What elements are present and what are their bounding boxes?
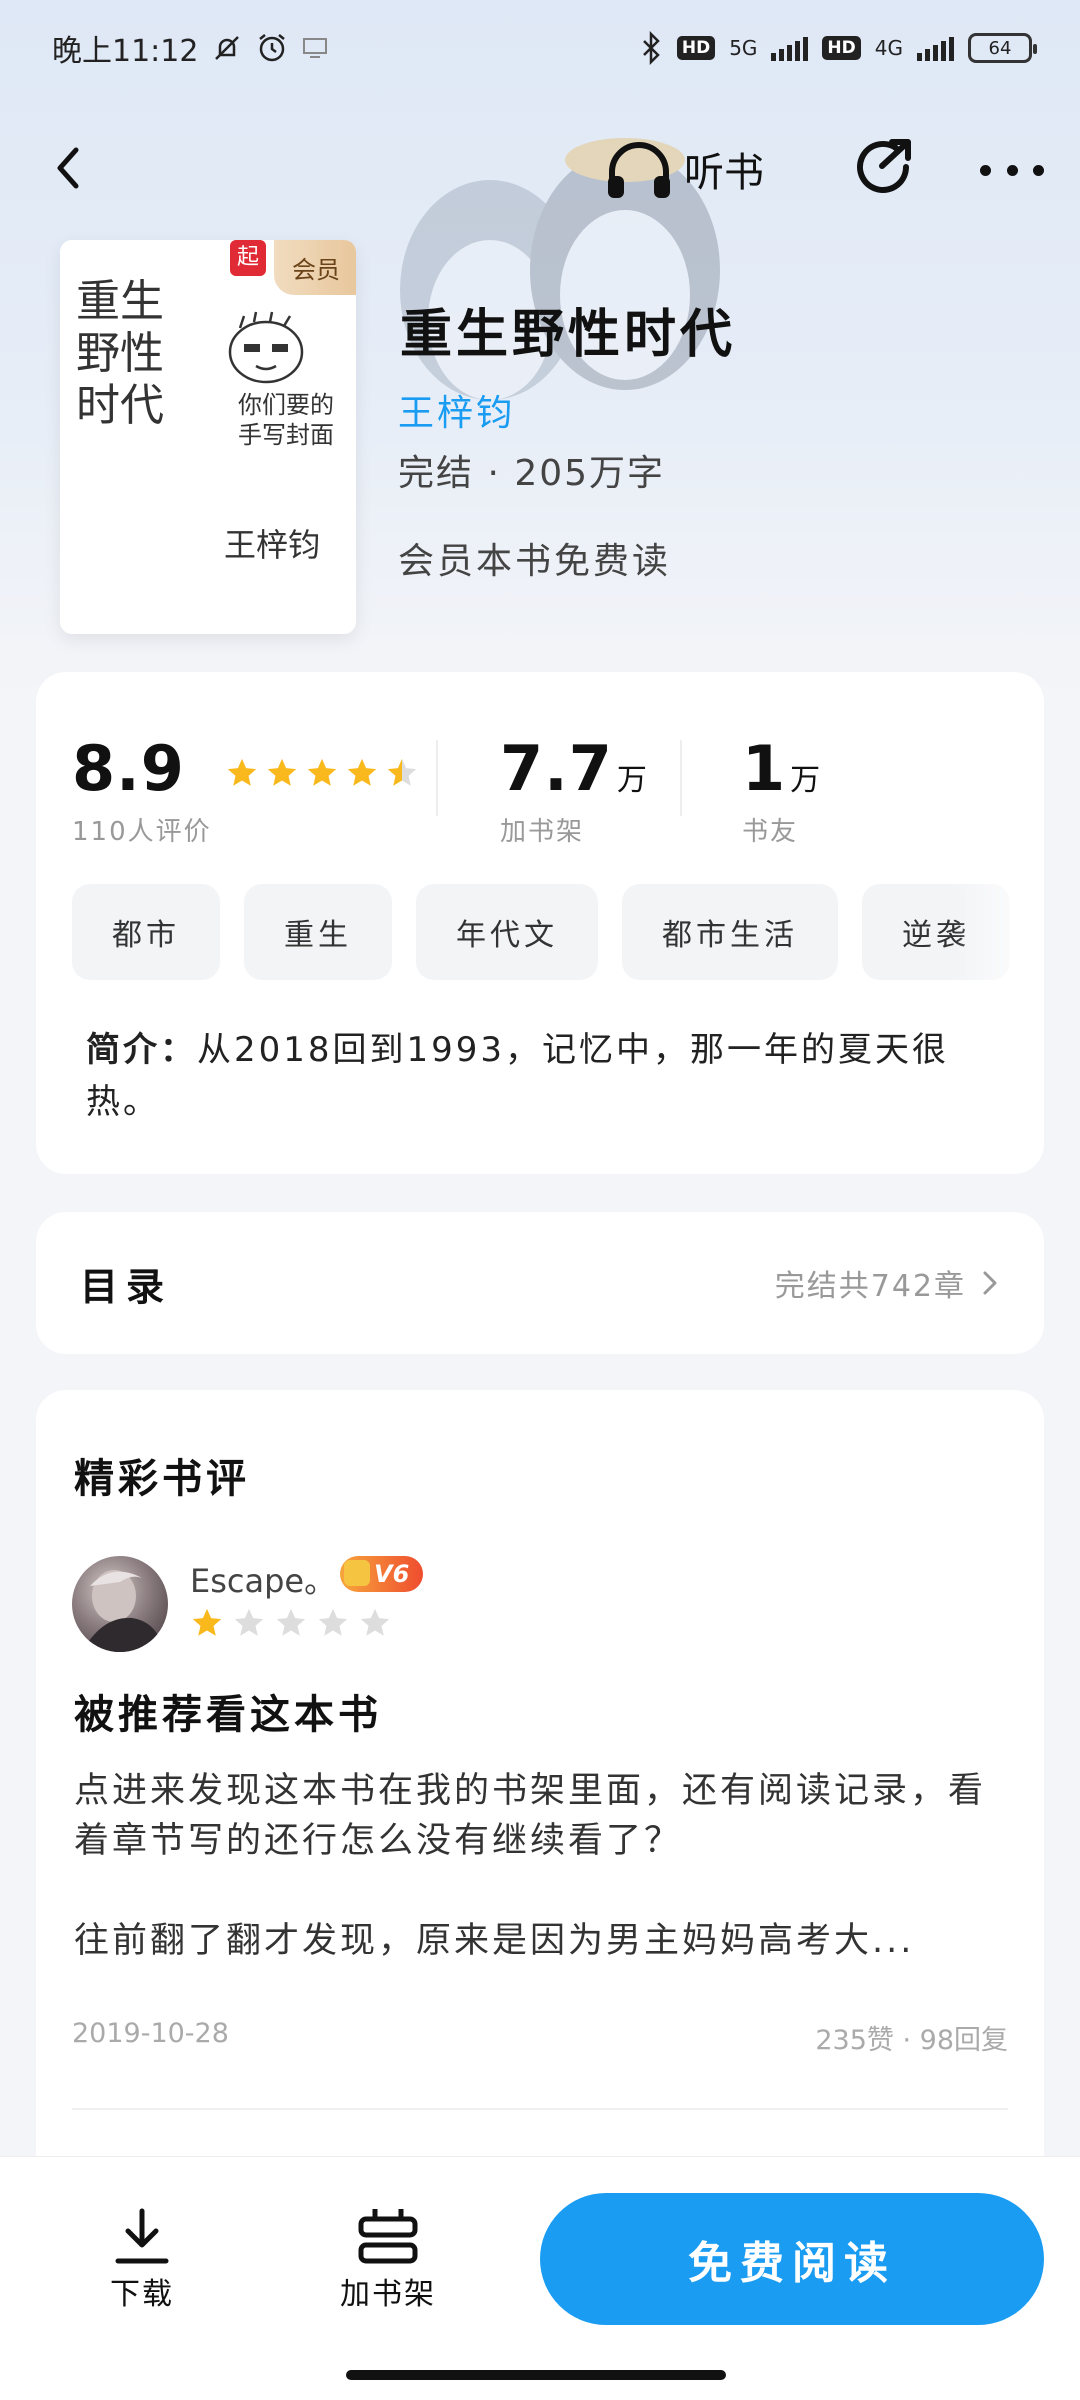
book-info-card: 8.9 110人评价 7.7 万 加书架 1万 书友 都市 重生 年代文 都市生活… xyxy=(36,672,1044,1174)
cover-vip-badge: 会员 xyxy=(274,240,356,295)
share-icon xyxy=(857,139,911,193)
friends-count-label: 书友 xyxy=(742,817,799,847)
intro-text: 从2018回到1993，记忆中，那一年的夏天很热。 xyxy=(86,1030,950,1122)
friends-stat[interactable]: 1万 书友 xyxy=(742,732,821,848)
rating-stars xyxy=(225,756,419,790)
battery-icon: 64 xyxy=(968,33,1037,63)
tag-chip[interactable]: 都市生活 xyxy=(622,884,838,980)
rating-value: 8.9 xyxy=(72,732,185,805)
tag-list: 都市 重生 年代文 都市生活 逆袭 xyxy=(72,884,1044,984)
review-stars xyxy=(190,1606,392,1640)
back-button[interactable] xyxy=(40,138,100,198)
reviews-heading: 精彩书评 xyxy=(74,1456,250,1502)
download-label: 下载 xyxy=(110,2277,174,2312)
mute-bell-icon xyxy=(215,36,240,60)
cover-handwriting-note: 你们要的手写封面 xyxy=(238,391,334,449)
review-paragraph: 点进来发现这本书在我的书架里面，还有阅读记录，看着章节写的还行怎么没有继续看了？ xyxy=(74,1771,987,1861)
book-cover[interactable]: 起 会员 重生野性时代 你们要的手写封面 王梓钧 xyxy=(60,240,356,634)
chevron-right-icon xyxy=(983,1271,997,1295)
status-bar: 晚上11:12 HD 5G HD 4G 64 xyxy=(0,0,1080,96)
cover-logo: 起 xyxy=(230,240,266,276)
screen-icon xyxy=(303,38,328,58)
reviewer-name[interactable]: Escape。 xyxy=(190,1556,336,1602)
more-dot-icon xyxy=(1006,164,1018,176)
headphones-icon xyxy=(608,142,670,198)
hd-badge-2: HD xyxy=(822,36,861,60)
battery-level: 64 xyxy=(988,37,1012,59)
stat-divider xyxy=(436,740,438,816)
bluetooth-icon xyxy=(642,31,660,65)
share-button[interactable] xyxy=(850,134,916,200)
tag-chip[interactable]: 年代文 xyxy=(416,884,598,980)
star-icon xyxy=(276,1608,306,1636)
friends-count-value: 1 xyxy=(742,732,787,805)
star-icon xyxy=(228,758,257,786)
add-to-shelf-label: 加书架 xyxy=(340,2277,436,2312)
download-icon xyxy=(115,2208,169,2264)
tag-chip[interactable]: 都市 xyxy=(72,884,220,980)
status-time: 晚上11:12 xyxy=(52,34,199,69)
avatar[interactable] xyxy=(72,1556,168,1652)
network-4g-label: 4G xyxy=(874,36,903,60)
toc-title: 目录 xyxy=(80,1264,173,1309)
more-dot-icon xyxy=(980,164,991,176)
hd-badge: HD xyxy=(676,36,716,60)
free-read-button[interactable]: 免费阅读 xyxy=(540,2193,1044,2325)
book-intro[interactable]: 简介：从2018回到1993，记忆中，那一年的夏天很热。 xyxy=(86,1024,1006,1128)
review-date: 2019-10-28 xyxy=(72,2018,229,2049)
rating-label: 110人评价 xyxy=(72,817,212,847)
bookshelf-icon xyxy=(358,2209,418,2264)
review-title[interactable]: 被推荐看这本书 xyxy=(74,1682,382,1740)
tag-list-fade xyxy=(954,884,1044,984)
star-icon xyxy=(308,758,337,786)
friends-count-unit: 万 xyxy=(790,763,822,798)
cover-handwriting-author: 王梓钧 xyxy=(224,526,321,564)
home-indicator[interactable] xyxy=(346,2370,726,2380)
star-icon xyxy=(318,1608,348,1636)
listen-label: 听书 xyxy=(684,150,764,196)
vip-free-note: 会员本书免费读 xyxy=(398,541,672,582)
signal-5g-icon xyxy=(771,35,809,61)
avatar-image xyxy=(82,1570,164,1652)
review-paragraph: 往前翻了翻才发现，原来是因为男主妈妈高考大... xyxy=(74,1921,915,1961)
star-icon xyxy=(388,758,417,786)
alarm-icon xyxy=(259,34,286,62)
more-options-button[interactable] xyxy=(980,140,1044,200)
review-body[interactable]: 点进来发现这本书在我的书架里面，还有阅读记录，看着章节写的还行怎么没有继续看了？… xyxy=(74,1766,1014,2016)
star-icon xyxy=(192,1608,222,1636)
add-to-shelf-button[interactable]: 加书架 xyxy=(340,2207,436,2313)
star-icon xyxy=(234,1608,264,1636)
signal-4g-icon xyxy=(917,35,954,61)
star-icon xyxy=(348,758,377,786)
toc-summary: 完结共742章 xyxy=(774,1269,966,1304)
shelf-count-unit: 万 xyxy=(616,763,648,798)
intro-label: 简介： xyxy=(86,1030,197,1070)
more-dot-icon xyxy=(1033,164,1044,176)
table-of-contents-row[interactable]: 目录 完结共742章 xyxy=(36,1212,1044,1354)
shelf-stat: 7.7 万 加书架 xyxy=(500,732,648,848)
cover-doodle-face xyxy=(228,311,304,384)
book-author-link[interactable]: 王梓钧 xyxy=(398,384,515,436)
book-meta: 完结 · 205万字 xyxy=(398,453,666,494)
bottom-action-bar: 下载 加书架 免费阅读 xyxy=(0,2156,1080,2400)
shelf-count-label: 加书架 xyxy=(500,817,585,847)
vip-level-badge: V6 xyxy=(340,1556,424,1592)
star-icon xyxy=(268,758,297,786)
rating-stat[interactable]: 8.9 110人评价 xyxy=(72,732,419,848)
tag-chip[interactable]: 重生 xyxy=(244,884,392,980)
book-title: 重生野性时代 xyxy=(400,305,737,365)
download-button[interactable]: 下载 xyxy=(110,2207,174,2313)
chevron-left-icon xyxy=(57,147,79,189)
shelf-count-value: 7.7 xyxy=(500,732,613,805)
cover-handwriting-title: 重生野性时代 xyxy=(76,276,164,431)
divider xyxy=(72,2108,1008,2110)
listen-button[interactable]: 听书 xyxy=(604,134,764,204)
top-nav-bar: 听书 xyxy=(0,120,1080,220)
network-5g-label: 5G xyxy=(729,36,758,60)
review-stats[interactable]: 235赞 · 98回复 xyxy=(815,2018,1008,2057)
star-icon xyxy=(360,1608,390,1636)
stat-divider xyxy=(680,740,682,816)
